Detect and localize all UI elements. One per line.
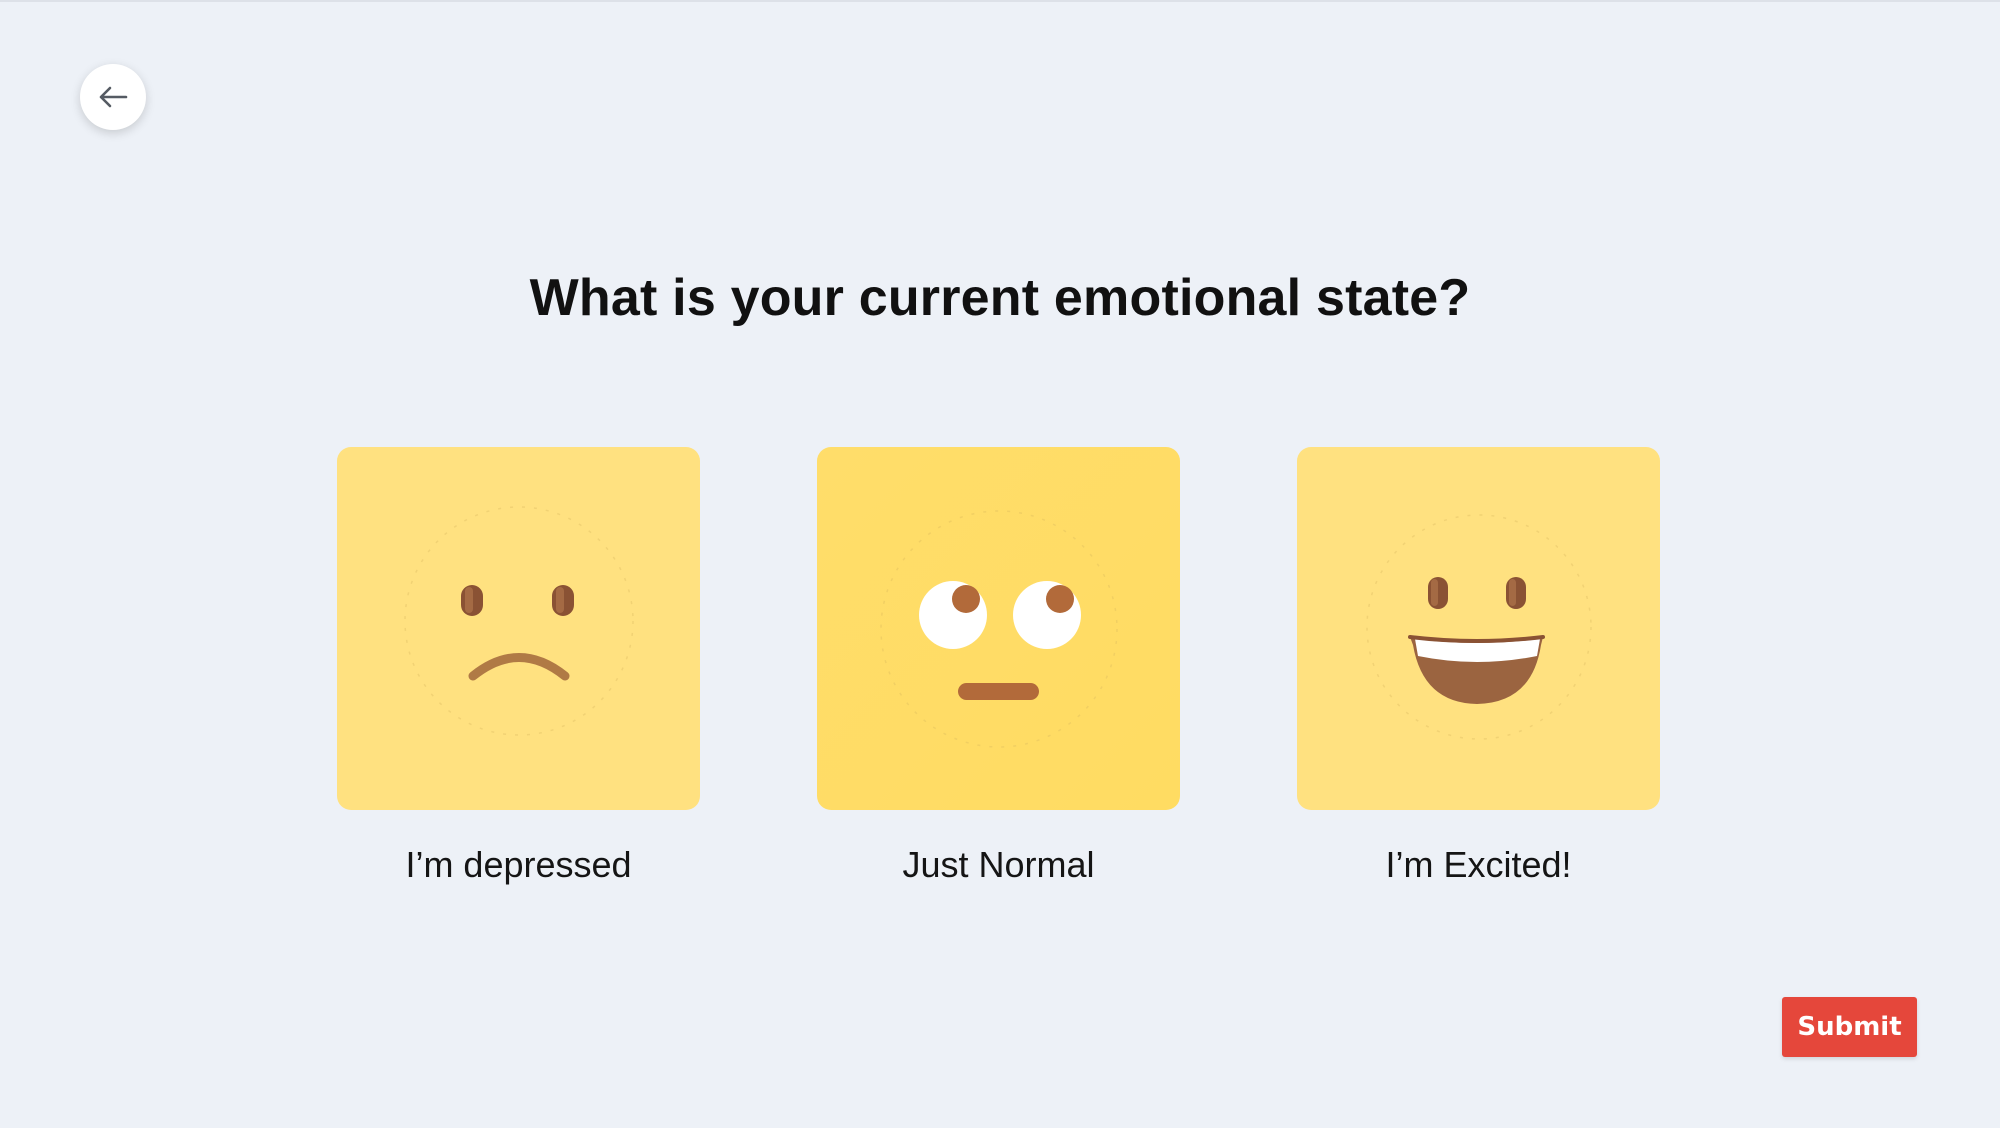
back-button[interactable] bbox=[80, 64, 146, 130]
option-card[interactable] bbox=[1297, 447, 1660, 810]
option-card[interactable] bbox=[337, 447, 700, 810]
option-card[interactable] bbox=[817, 447, 1180, 810]
option-excited[interactable]: I’m Excited! bbox=[1297, 447, 1660, 886]
arrow-left-icon bbox=[99, 86, 128, 108]
submit-button[interactable]: Submit bbox=[1782, 997, 1917, 1057]
option-label: I’m depressed bbox=[405, 844, 632, 885]
option-label: I’m Excited! bbox=[1385, 844, 1572, 885]
page-title: What is your current emotional state? bbox=[529, 269, 1471, 327]
sad-face-icon bbox=[404, 506, 634, 736]
grinning-face-icon bbox=[1366, 514, 1592, 740]
top-border bbox=[0, 0, 2000, 2]
eye-roll-face-icon bbox=[880, 510, 1118, 748]
option-depressed[interactable]: I’m depressed bbox=[337, 447, 700, 886]
option-label: Just Normal bbox=[902, 844, 1095, 885]
option-normal[interactable]: Just Normal bbox=[817, 447, 1180, 886]
